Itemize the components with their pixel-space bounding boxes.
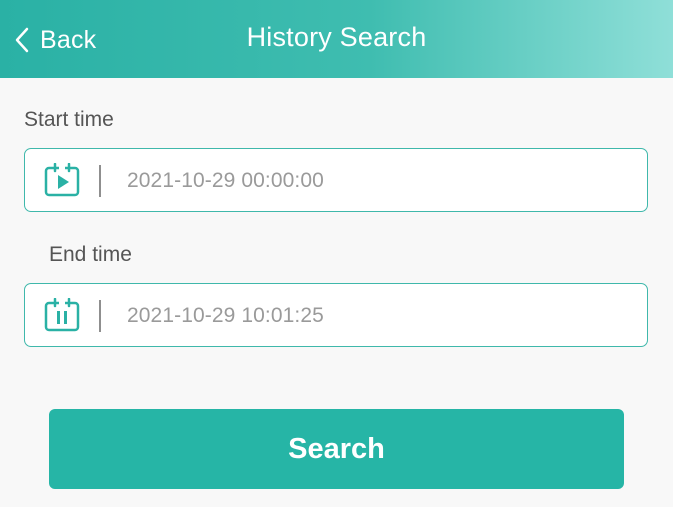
search-button[interactable]: Search <box>49 409 624 489</box>
calendar-play-icon <box>44 162 80 197</box>
start-time-value: 2021-10-29 00:00:00 <box>127 169 324 192</box>
calendar-pause-icon <box>44 297 80 332</box>
app-header: Back History Search <box>0 0 673 78</box>
page-title: History Search <box>246 22 427 52</box>
end-time-field[interactable]: 2021-10-29 10:01:25 <box>24 283 648 347</box>
field-divider <box>99 165 101 197</box>
start-time-label: Start time <box>24 108 114 131</box>
field-divider <box>99 300 101 332</box>
end-time-label: End time <box>49 243 132 266</box>
start-time-field[interactable]: 2021-10-29 00:00:00 <box>24 148 648 212</box>
end-time-value: 2021-10-29 10:01:25 <box>127 304 324 327</box>
